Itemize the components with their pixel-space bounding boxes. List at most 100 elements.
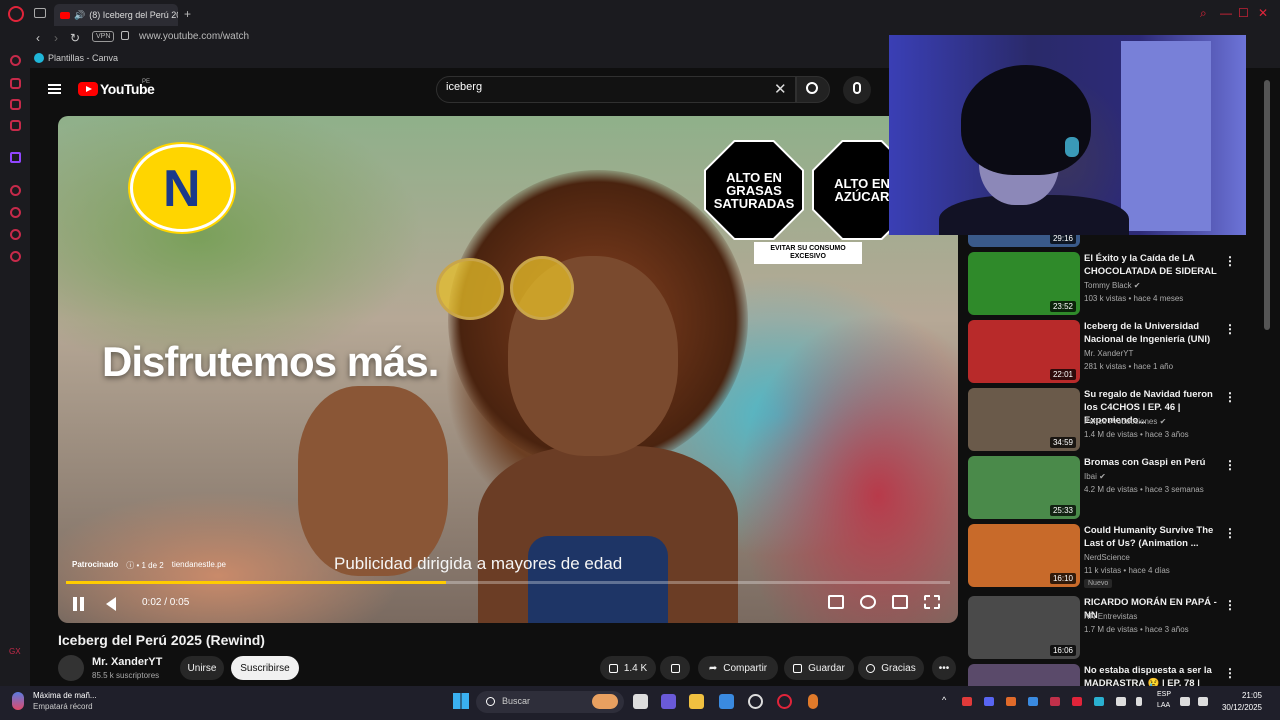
sidebar-twitch-icon[interactable] (10, 152, 21, 163)
rec-channel[interactable]: Mr. XanderYT (1084, 349, 1133, 358)
clock-date[interactable]: 30/12/2025 (1212, 703, 1262, 712)
like-button[interactable]: 1.4 K (600, 656, 656, 680)
network-icon[interactable] (1180, 697, 1190, 706)
clock-time[interactable]: 21:05 (1222, 691, 1262, 700)
bookmark-canva[interactable]: Plantillas - Canva (48, 53, 118, 63)
taskbar-search-label[interactable]: Buscar (502, 696, 530, 706)
subtitles-icon[interactable] (828, 595, 844, 609)
rec-more-icon[interactable]: ⋮ (1224, 598, 1236, 612)
rec-title[interactable]: Iceberg de la Universidad Nacional de In… (1084, 320, 1224, 346)
rec-thumbnail[interactable]: 16:10 (968, 524, 1080, 587)
sidebar-history-icon[interactable] (10, 207, 21, 218)
weather-title[interactable]: Máxima de mañ... (33, 691, 97, 700)
rec-thumbnail[interactable]: 23:52 (968, 252, 1080, 315)
thanks-button[interactable]: Gracias (858, 656, 924, 680)
rec-thumbnail[interactable]: 25:33 (968, 456, 1080, 519)
rec-title[interactable]: El Éxito y la Caída de LA CHOCOLATADA DE… (1084, 252, 1224, 278)
rec-more-icon[interactable]: ⋮ (1224, 666, 1236, 680)
video-player[interactable]: ALTO EN GRASAS SATURADAS ALTO EN AZÚCAR … (58, 116, 958, 623)
rec-more-icon[interactable]: ⋮ (1224, 390, 1236, 404)
sponsor-info[interactable]: Patrocinado ⓘ • 1 de 2 tiendanestle.pe (72, 560, 226, 571)
rec-title[interactable]: Bromas con Gaspi en Perú (1084, 456, 1224, 469)
weather-subtitle[interactable]: Empatará récord (33, 702, 93, 711)
tray-download-icon[interactable] (1050, 697, 1060, 706)
rec-item[interactable]: 22:01 Iceberg de la Universidad Nacional… (966, 320, 1256, 384)
rec-more-icon[interactable]: ⋮ (1224, 322, 1236, 336)
minimize-button[interactable]: — (1220, 6, 1232, 20)
rec-channel[interactable]: Ibai ✔ (1084, 472, 1106, 481)
opera-logo-icon[interactable] (8, 6, 24, 22)
rec-more-icon[interactable]: ⋮ (1224, 526, 1236, 540)
reload-icon[interactable]: ↻ (70, 31, 80, 45)
sidebar-aria-icon[interactable] (10, 55, 21, 66)
rec-thumbnail[interactable]: 16:06 (968, 596, 1080, 659)
tray-chevron-icon[interactable]: ^ (942, 695, 952, 705)
volume-icon[interactable] (106, 597, 116, 611)
tray-app-icon[interactable] (1028, 697, 1038, 706)
start-button-icon[interactable] (453, 693, 469, 709)
rec-more-icon[interactable]: ⋮ (1224, 458, 1236, 472)
rec-more-icon[interactable]: ⋮ (1224, 254, 1236, 268)
settings-icon[interactable] (860, 595, 876, 609)
store-icon[interactable] (719, 694, 734, 709)
back-icon[interactable]: ‹ (36, 31, 40, 45)
keyboard-layout[interactable]: LAA (1157, 702, 1170, 709)
volume-tray-icon[interactable] (1198, 697, 1208, 706)
close-window-button[interactable]: ✕ (1258, 6, 1268, 20)
rec-item[interactable]: 29:16 (966, 234, 1256, 247)
rec-item[interactable]: No estaba dispuesta a ser la MADRASTRA 😢… (966, 664, 1256, 686)
usb-icon[interactable] (1136, 697, 1142, 706)
browser-tab[interactable]: 🔊 (8) Iceberg del Perú 2025 (54, 4, 178, 26)
rec-channel[interactable]: Ponce Producciones ✔ (1084, 417, 1166, 426)
microphone-app-icon[interactable] (808, 694, 818, 709)
search-tabs-icon[interactable]: ⌕ (1200, 6, 1207, 21)
tray-app-icon[interactable] (1094, 697, 1104, 706)
teams-icon[interactable] (661, 694, 676, 709)
maximize-button[interactable]: ☐ (1238, 6, 1249, 20)
rec-thumbnail[interactable] (968, 664, 1080, 686)
opera-gx-icon[interactable] (777, 694, 792, 709)
vpn-badge[interactable]: VPN (92, 31, 115, 42)
pause-button[interactable] (72, 597, 86, 611)
save-button[interactable]: Guardar (784, 656, 854, 680)
sidebar-chat-icon[interactable] (10, 99, 21, 110)
rec-item[interactable]: 23:52 El Éxito y la Caída de LA CHOCOLAT… (966, 252, 1256, 316)
search-icon[interactable] (806, 82, 818, 94)
theater-mode-icon[interactable] (892, 595, 908, 609)
clear-search-icon[interactable]: ✕ (774, 80, 787, 98)
search-input[interactable] (446, 81, 746, 93)
share-button[interactable]: ➦ Compartir (698, 656, 778, 680)
menu-icon[interactable] (48, 84, 61, 94)
rec-channel[interactable]: Tommy Black ✔ (1084, 281, 1141, 290)
rec-item[interactable]: 16:06 RICARDO MORÁN EN PAPÁ - NN NN Entr… (966, 596, 1256, 660)
sidebar-pinboard-icon[interactable] (10, 229, 21, 240)
task-view-icon[interactable] (633, 694, 648, 709)
youtube-logo-icon[interactable] (78, 82, 98, 96)
weather-icon[interactable] (12, 692, 24, 710)
channel-name[interactable]: Mr. XanderYT (92, 656, 162, 668)
file-explorer-icon[interactable] (689, 694, 704, 709)
page-scrollbar[interactable] (1264, 80, 1270, 330)
tray-app-icon[interactable] (1072, 697, 1082, 706)
mic-icon[interactable] (853, 82, 861, 94)
rec-item[interactable]: 16:10 Could Humanity Survive The Last of… (966, 524, 1256, 588)
channel-avatar[interactable] (58, 655, 84, 681)
join-button[interactable]: Unirse (180, 656, 224, 680)
forward-icon[interactable]: › (54, 31, 58, 45)
rec-channel[interactable]: NN Entrevistas (1084, 612, 1137, 621)
sidebar-gx-icon[interactable]: GX (9, 647, 21, 656)
sidebar-messenger-icon[interactable] (10, 78, 21, 89)
search-highlight-icon[interactable] (592, 694, 618, 709)
tray-app-icon[interactable] (962, 697, 972, 706)
ad-site-link[interactable]: tiendanestle.pe (172, 560, 226, 571)
language-indicator[interactable]: ESP (1157, 691, 1171, 698)
subscribe-button[interactable]: Suscribirse (231, 656, 299, 680)
more-actions-button[interactable]: ••• (932, 656, 956, 680)
url-field[interactable]: www.youtube.com/watch (139, 31, 249, 42)
sidebar-player-icon[interactable] (10, 185, 21, 196)
rec-thumbnail[interactable]: 22:01 (968, 320, 1080, 383)
tab-menu-icon[interactable] (34, 8, 46, 18)
steam-icon[interactable] (748, 694, 763, 709)
rec-title[interactable]: No estaba dispuesta a ser la MADRASTRA 😢… (1084, 664, 1224, 686)
discord-icon[interactable] (984, 697, 994, 706)
